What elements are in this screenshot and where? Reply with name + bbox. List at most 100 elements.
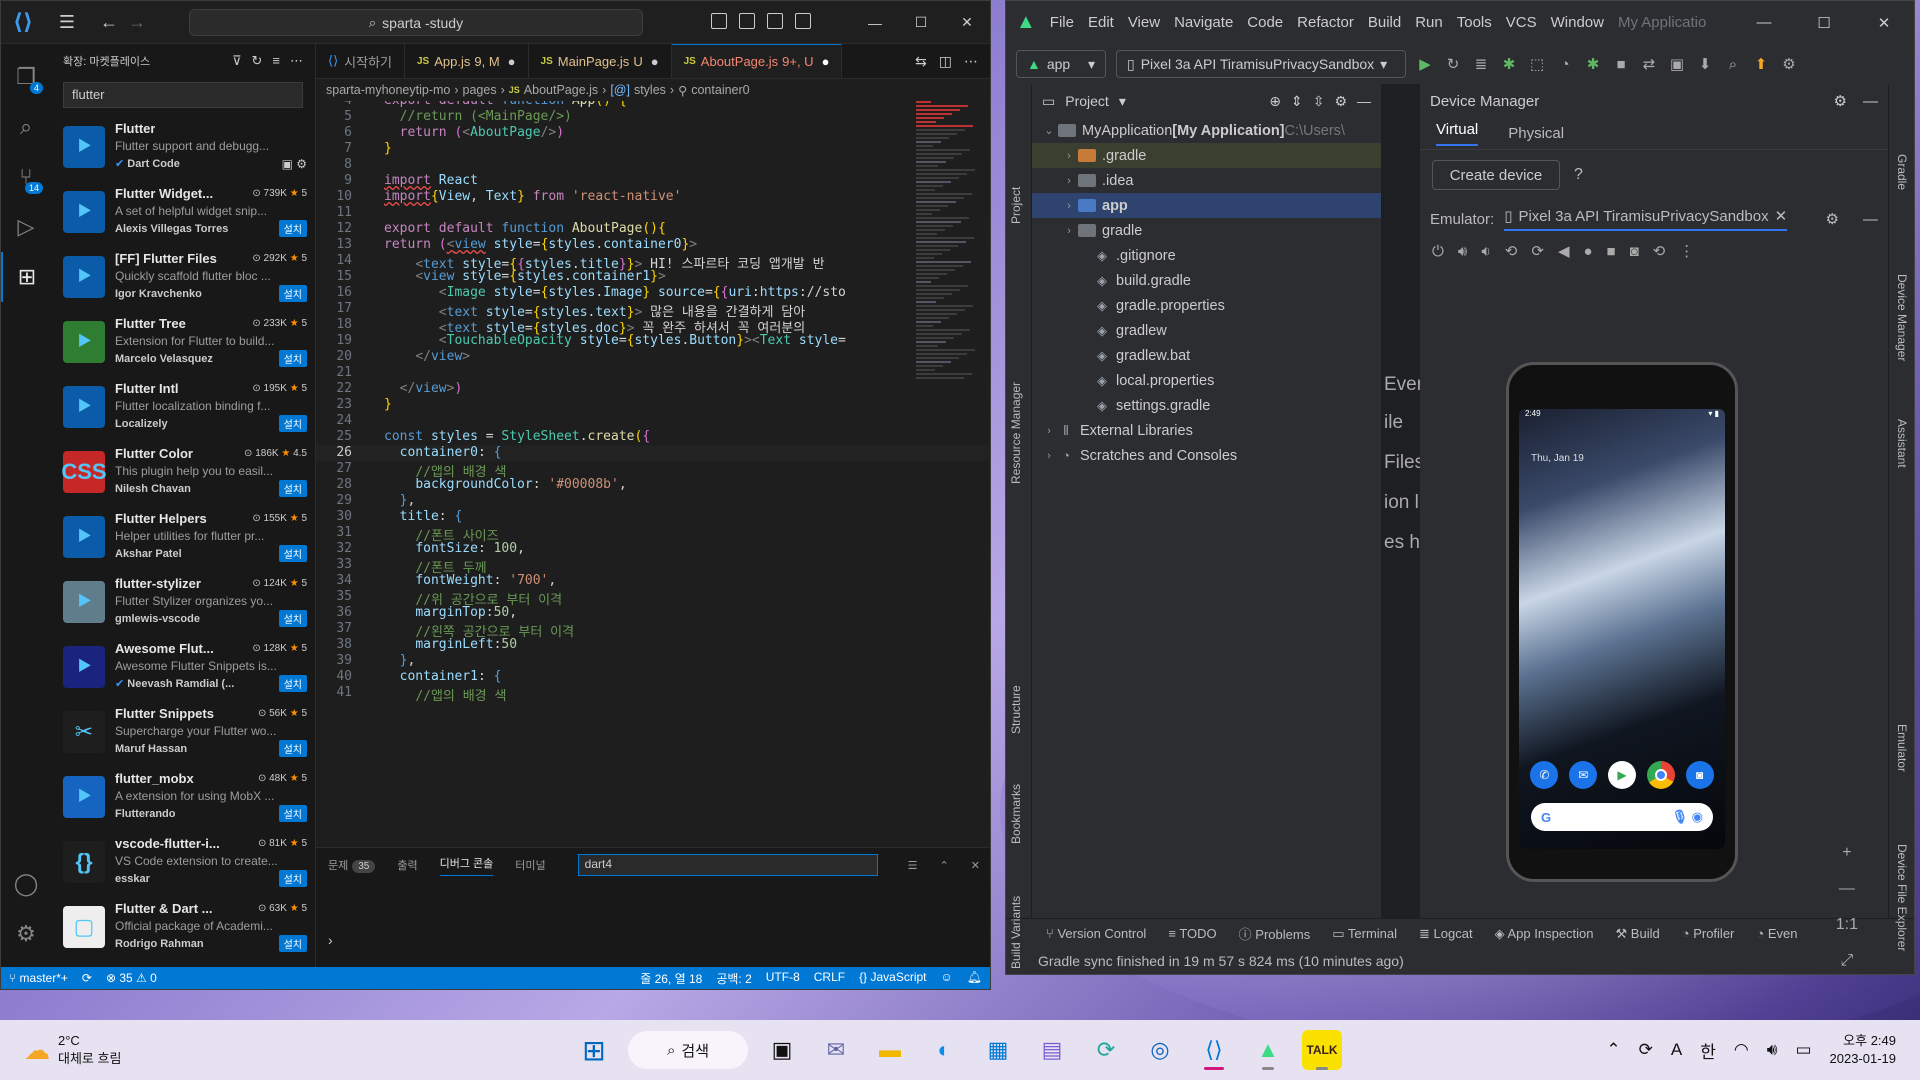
- teams-chat-icon[interactable]: ✉: [816, 1030, 856, 1070]
- tree-item[interactable]: ◈ build.gradle: [1032, 268, 1381, 293]
- back-arrow-icon[interactable]: ←: [95, 12, 123, 33]
- apply-changes-icon[interactable]: ≣: [1472, 55, 1490, 73]
- clear-icon[interactable]: ≡: [272, 53, 280, 69]
- tab-problems[interactable]: 문제 35: [328, 857, 376, 873]
- battery-icon[interactable]: ▭: [1795, 1040, 1811, 1060]
- tool-window-resource-manager[interactable]: Resource Manager: [1009, 382, 1023, 484]
- volume-down-icon[interactable]: 🔉︎: [1481, 243, 1490, 260]
- attach-debugger-icon[interactable]: ⬚: [1528, 55, 1546, 73]
- task-view-icon[interactable]: ▣: [762, 1030, 802, 1070]
- hamburger-menu-icon[interactable]: ☰: [45, 12, 89, 33]
- menu-view[interactable]: View: [1128, 14, 1160, 31]
- install-button[interactable]: 설치: [278, 870, 307, 887]
- menu-window[interactable]: Window: [1551, 14, 1604, 31]
- rerun-icon[interactable]: ↻: [1444, 55, 1462, 73]
- sync-app-icon[interactable]: ⟳: [1086, 1030, 1126, 1070]
- update-icon[interactable]: ⬆: [1752, 55, 1770, 73]
- close-panel-icon[interactable]: ✕: [971, 859, 980, 872]
- snapshot-icon[interactable]: ⟲: [1653, 242, 1666, 260]
- power-icon[interactable]: ⏻: [1432, 243, 1444, 260]
- more-icon[interactable]: ⋮: [1679, 242, 1694, 260]
- kakaotalk-icon[interactable]: TALK: [1302, 1030, 1342, 1070]
- messages-app-icon[interactable]: ✉: [1569, 761, 1598, 789]
- ime-indicator[interactable]: 한: [1700, 1038, 1716, 1063]
- home-icon[interactable]: ●: [1583, 243, 1592, 260]
- extension-manage-gear-icon[interactable]: ▣ ⚙: [282, 157, 307, 171]
- close-button[interactable]: ✕: [944, 14, 990, 31]
- filter-icon[interactable]: ⊽: [232, 53, 242, 69]
- tool-window-assistant[interactable]: Assistant: [1895, 419, 1909, 468]
- settings-icon[interactable]: ⚙: [1780, 55, 1798, 73]
- emu-settings-icon[interactable]: ⚙: [1826, 210, 1839, 228]
- tree-item[interactable]: ◈ gradlew: [1032, 318, 1381, 343]
- tool-window-project[interactable]: Project: [1009, 187, 1023, 224]
- extension-item[interactable]: ⯈ Flutter Widget... ⊙ 739K ★ 5 A set of …: [51, 181, 315, 246]
- collapse-all-icon[interactable]: ⇳: [1313, 93, 1325, 110]
- tree-item[interactable]: ◈ gradle.properties: [1032, 293, 1381, 318]
- close-tab-icon[interactable]: ✕: [1775, 207, 1788, 225]
- start-button-icon[interactable]: ⊞: [574, 1030, 614, 1070]
- branch-status[interactable]: ⑂ master*+: [9, 971, 68, 985]
- toggle-panel-icon[interactable]: [739, 13, 755, 29]
- tab-aboutpage-js[interactable]: JS AboutPage.js 9+, U ●: [671, 44, 843, 78]
- encoding[interactable]: UTF-8: [766, 970, 800, 987]
- tab-mainpage-js[interactable]: JS MainPage.js U ●: [529, 44, 672, 78]
- tab-virtual[interactable]: Virtual: [1436, 121, 1479, 146]
- install-button[interactable]: 설치: [278, 415, 307, 432]
- code-editor[interactable]: 4export default function App() { 5 //ret…: [316, 101, 990, 847]
- more-actions-icon[interactable]: ⋯: [290, 53, 303, 69]
- bottom-tool-app-inspection[interactable]: ◈ App Inspection: [1495, 926, 1594, 942]
- feedback-icon[interactable]: ☺: [941, 970, 953, 987]
- tree-item[interactable]: › app: [1032, 193, 1381, 218]
- tab-terminal[interactable]: 터미널: [515, 857, 545, 873]
- bottom-tool-even[interactable]: ◔ Even: [1756, 926, 1797, 941]
- more-icon[interactable]: ⋯: [964, 53, 978, 70]
- tool-window-bookmarks[interactable]: Bookmarks: [1009, 784, 1023, 844]
- tab-debug-console[interactable]: 디버그 콘솔: [439, 855, 494, 876]
- camera-app-icon[interactable]: ◙: [1685, 761, 1714, 789]
- dm-settings-icon[interactable]: ⚙: [1834, 92, 1847, 110]
- zoom-out-icon[interactable]: —: [1839, 880, 1855, 898]
- tree-item[interactable]: › .idea: [1032, 168, 1381, 193]
- volume-up-icon[interactable]: 🔊︎: [1458, 243, 1467, 260]
- create-device-button[interactable]: Create device: [1432, 160, 1560, 190]
- cursor-position[interactable]: 줄 26, 열 18: [640, 970, 702, 987]
- chevron-right-icon[interactable]: ›: [1060, 225, 1078, 237]
- lens-icon[interactable]: ◉: [1692, 809, 1703, 824]
- clear-console-icon[interactable]: ☰: [908, 859, 918, 872]
- search-everywhere-icon[interactable]: ⌕: [1724, 56, 1742, 73]
- install-button[interactable]: 설치: [278, 935, 307, 952]
- console-prompt-icon[interactable]: ›: [316, 882, 990, 948]
- toggle-secondary-sidebar-icon[interactable]: [767, 13, 783, 29]
- bottom-tool-build[interactable]: ⚒ Build: [1616, 926, 1660, 942]
- android-studio-taskbar-icon[interactable]: ▲: [1248, 1030, 1288, 1070]
- sync-gradle-icon[interactable]: ⇄: [1640, 55, 1658, 73]
- breadcrumb-file[interactable]: AboutPage.js: [524, 83, 598, 97]
- tree-item[interactable]: › ◔ Scratches and Consoles: [1032, 443, 1381, 468]
- manage-gear-icon[interactable]: ⚙: [1, 909, 51, 959]
- hide-panel-icon[interactable]: —: [1357, 93, 1371, 109]
- source-control-icon[interactable]: ⑂ 14: [1, 152, 51, 202]
- tree-item[interactable]: › gradle: [1032, 218, 1381, 243]
- breadcrumb-folder[interactable]: sparta-myhoneytip-mo: [326, 83, 450, 97]
- debug-filter-input[interactable]: dart4: [577, 854, 878, 876]
- toggle-sidebar-icon[interactable]: [711, 13, 727, 29]
- indentation[interactable]: 공백: 2: [716, 970, 751, 987]
- extensions-icon[interactable]: ⊞: [1, 252, 51, 302]
- install-button[interactable]: 설치: [278, 610, 307, 627]
- studio-close-button[interactable]: ✕: [1854, 14, 1914, 32]
- pen-ime-icon[interactable]: A: [1671, 1040, 1682, 1060]
- install-button[interactable]: 설치: [278, 350, 307, 367]
- chrome-icon[interactable]: [1646, 761, 1675, 789]
- dm-hide-icon[interactable]: —: [1863, 93, 1878, 110]
- emulator-tab[interactable]: ▯ Pixel 3a API TiramisuPrivacySandbox ✕: [1504, 207, 1788, 231]
- help-icon[interactable]: ?: [1574, 166, 1583, 184]
- extension-item[interactable]: CSS Flutter Color ⊙ 186K ★ 4.5 This plug…: [51, 441, 315, 506]
- tab-app-js[interactable]: JS App.js 9, M ●: [405, 44, 529, 78]
- debug-icon[interactable]: ✱: [1500, 55, 1518, 73]
- expand-all-icon[interactable]: ⇕: [1291, 93, 1303, 110]
- tree-item[interactable]: ◈ gradlew.bat: [1032, 343, 1381, 368]
- menu-edit[interactable]: Edit: [1088, 14, 1114, 31]
- command-center-search[interactable]: ⌕ sparta -study: [189, 9, 643, 36]
- volume-icon[interactable]: 🔊︎: [1767, 1040, 1778, 1060]
